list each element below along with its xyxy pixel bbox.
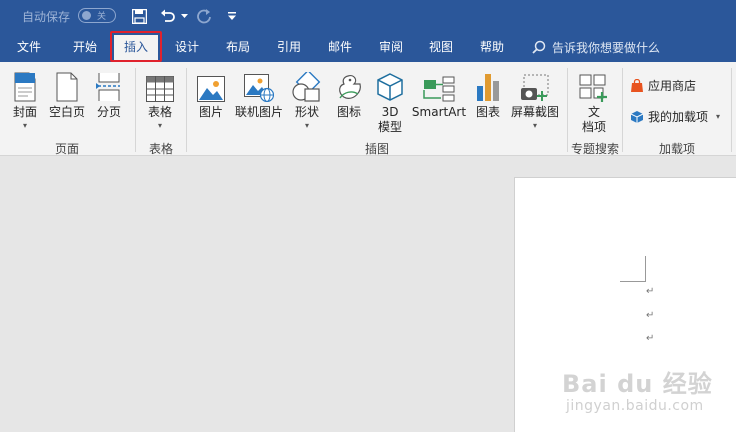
title-bar: 自动保存 关 xyxy=(0,0,736,32)
tell-me-search[interactable]: 告诉我你想要做什么 xyxy=(532,32,660,62)
customize-toolbar-icon[interactable] xyxy=(226,6,238,26)
tab-help[interactable]: 帮助 xyxy=(469,32,515,62)
page-break-label: 分页 xyxy=(96,105,121,119)
chevron-down-icon[interactable]: ▾ xyxy=(716,112,720,121)
autosave-toggle[interactable]: 关 xyxy=(78,8,116,23)
3d-label: 3D xyxy=(381,105,399,119)
table-group-label: 表格 xyxy=(148,142,173,156)
3d-models-button[interactable]: 3D 模型 xyxy=(372,68,408,135)
illustrations-group-label: 插图 xyxy=(364,142,389,156)
ribbon-panel: 封面 ▾ 空白页 分页 页面 表格 ▾ 表格 图片 联机图片 形状 ▾ 图标 3… xyxy=(0,62,736,156)
tab-mailings[interactable]: 邮件 xyxy=(317,32,363,62)
pictures-label: 图片 xyxy=(198,105,223,119)
my-addins-button[interactable]: 我的加载项 ▾ xyxy=(630,108,720,125)
models-label: 模型 xyxy=(377,120,402,134)
store-button[interactable]: 应用商店 xyxy=(630,77,696,94)
tab-references[interactable]: 引用 xyxy=(266,32,312,62)
store-label: 应用商店 xyxy=(648,79,697,93)
search-icon xyxy=(532,40,546,54)
blank-page-label: 空白页 xyxy=(48,105,85,119)
table-label: 表格 xyxy=(147,105,172,119)
chart-button[interactable]: 图表 xyxy=(472,68,504,120)
group-separator xyxy=(622,68,623,152)
shapes-button[interactable]: 形状 ▾ xyxy=(290,68,324,130)
search-placeholder: 告诉我你想要做什么 xyxy=(552,40,661,55)
table-button[interactable]: 表格 ▾ xyxy=(142,68,178,130)
page-break-icon xyxy=(96,68,122,102)
redo-icon[interactable] xyxy=(196,6,212,26)
online-pictures-label: 联机图片 xyxy=(234,105,283,119)
document-grid-icon xyxy=(579,68,609,102)
page-break-button[interactable]: 分页 xyxy=(92,68,126,120)
watermark-url: jingyan.baidu.com xyxy=(566,398,704,414)
screenshot-label: 屏幕截图 xyxy=(510,105,559,119)
save-icon[interactable] xyxy=(130,6,148,26)
blank-page-icon xyxy=(56,68,78,102)
chart-icon xyxy=(475,68,501,102)
smartart-button[interactable]: SmartArt xyxy=(410,68,468,120)
pages-group-label: 页面 xyxy=(54,142,79,156)
topic-search-group-label: 专题搜索 xyxy=(570,142,619,156)
tab-file[interactable]: 文件 xyxy=(6,32,52,62)
screenshot-button[interactable]: 屏幕截图 ▾ xyxy=(508,68,562,130)
toggle-knob xyxy=(82,11,91,20)
icons-button[interactable]: 图标 xyxy=(332,68,366,120)
document-items-label-2: 档项 xyxy=(581,120,606,134)
watermark-logo: Bai du 经验 xyxy=(562,370,713,398)
tab-layout[interactable]: 布局 xyxy=(215,32,261,62)
shapes-icon xyxy=(292,68,322,102)
tab-home[interactable]: 开始 xyxy=(62,32,108,62)
document-items-button[interactable]: 文 档项 xyxy=(576,68,612,135)
group-separator xyxy=(731,68,732,152)
blank-page-button[interactable]: 空白页 xyxy=(46,68,88,120)
autosave-state: 关 xyxy=(97,12,107,22)
margin-corner-mark xyxy=(620,256,646,282)
chevron-down-icon: ▾ xyxy=(532,121,537,130)
table-icon xyxy=(146,68,174,102)
cube-icon xyxy=(376,68,404,102)
tab-view[interactable]: 视图 xyxy=(418,32,464,62)
picture-icon xyxy=(197,68,225,102)
screenshot-icon xyxy=(520,68,550,102)
online-pictures-button[interactable]: 联机图片 xyxy=(232,68,286,120)
icons-icon xyxy=(334,68,364,102)
undo-icon[interactable] xyxy=(158,6,178,26)
smartart-icon xyxy=(423,68,455,102)
chart-label: 图表 xyxy=(475,105,500,119)
tab-design[interactable]: 设计 xyxy=(164,32,210,62)
cover-page-icon xyxy=(14,68,36,102)
paragraph-mark: ↵ xyxy=(646,310,655,321)
smartart-label: SmartArt xyxy=(411,105,467,119)
my-addins-label: 我的加载项 xyxy=(648,110,709,124)
chevron-down-icon: ▾ xyxy=(22,121,27,130)
autosave-label: 自动保存 xyxy=(22,10,71,24)
chevron-down-icon: ▾ xyxy=(304,121,309,130)
cover-page-label: 封面 xyxy=(12,105,37,119)
icons-label: 图标 xyxy=(336,105,361,119)
paragraph-mark: ↵ xyxy=(646,333,655,344)
shapes-label: 形状 xyxy=(294,105,319,119)
tab-review[interactable]: 审阅 xyxy=(368,32,414,62)
paragraph-mark: ↵ xyxy=(646,286,655,297)
chevron-down-icon: ▾ xyxy=(157,121,162,130)
addins-group-label: 加载项 xyxy=(658,142,695,156)
insert-tab-highlight xyxy=(110,31,162,62)
addins-icon xyxy=(630,110,644,123)
store-icon xyxy=(631,78,643,92)
undo-dropdown-icon[interactable] xyxy=(180,6,188,26)
document-items-label-1: 文 xyxy=(587,105,600,119)
online-picture-icon xyxy=(244,68,274,102)
cover-page-button[interactable]: 封面 ▾ xyxy=(8,68,42,130)
pictures-button[interactable]: 图片 xyxy=(194,68,228,120)
group-separator xyxy=(186,68,187,152)
group-separator xyxy=(135,68,136,152)
